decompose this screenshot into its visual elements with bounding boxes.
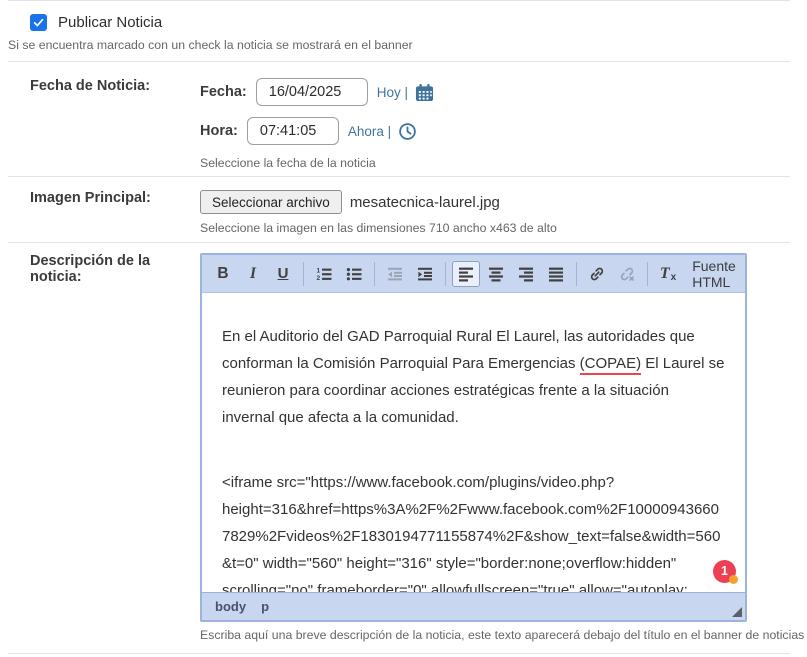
today-link[interactable]: Hoy | [377,85,408,100]
link-icon [589,266,605,282]
editor-status-bar: body p [202,592,745,620]
hora-field-label: Hora: [200,123,238,139]
unordered-list-button[interactable] [340,261,368,287]
grammar-extension-badge[interactable]: 1 [713,560,736,583]
description-help-text: Escriba aquí una breve descripción de la… [200,628,807,642]
align-left-button[interactable] [452,261,480,287]
date-help-text: Seleccione la fecha de la noticia [200,156,807,170]
toolbar-separator [303,262,304,286]
rich-text-editor: B I U 1 2 [200,253,747,622]
toolbar-separator [576,262,577,286]
align-right-icon [518,266,534,282]
date-section-label: Fecha de Noticia: [0,78,200,170]
align-right-button[interactable] [512,261,540,287]
remove-format-button[interactable]: Tx [654,261,682,287]
outdent-icon [387,266,403,282]
italic-button[interactable]: I [239,261,267,287]
selected-filename: mesatecnica-laurel.jpg [350,194,500,211]
editor-content-area[interactable]: En el Auditorio del GAD Parroquial Rural… [202,293,745,592]
publish-label: Publicar Noticia [58,14,162,31]
file-select-button[interactable]: Seleccionar archivo [200,190,342,214]
publish-news-form: Publicar Noticia Si se encuentra marcado… [0,0,807,654]
unlink-icon [619,266,635,282]
bold-button[interactable]: B [209,261,237,287]
unlink-button [613,261,641,287]
align-left-icon [458,266,474,282]
description-section: Descripción de la noticia: B I U 1 2 [0,243,807,642]
image-help-text: Seleccione la imagen en las dimensiones … [200,221,807,235]
date-section: Fecha de Noticia: Fecha: Hoy | [0,62,807,176]
toolbar-separator [445,262,446,286]
element-path-p[interactable]: p [261,599,269,614]
image-section: Imagen Principal: Seleccionar archivo me… [0,177,807,242]
hora-input[interactable] [247,117,339,145]
editor-paragraph: En el Auditorio del GAD Parroquial Rural… [222,323,725,431]
toolbar-separator [647,262,648,286]
calendar-icon[interactable] [415,83,434,102]
image-section-label: Imagen Principal: [0,190,200,235]
clock-icon[interactable] [398,122,417,141]
svg-text:2: 2 [317,275,321,282]
element-path-body[interactable]: body [215,599,246,614]
grammar-extension-dot-icon [729,575,738,584]
indent-button[interactable] [411,261,439,287]
fecha-field-label: Fecha: [200,84,247,100]
editor-toolbar: B I U 1 2 [202,255,745,293]
resize-handle-icon[interactable] [732,607,742,617]
svg-text:1: 1 [317,267,321,274]
outdent-button [381,261,409,287]
link-button[interactable] [583,261,611,287]
align-center-icon [488,266,504,282]
justify-icon [548,266,564,282]
publish-checkbox-row: Publicar Noticia [30,14,807,31]
misspelled-word: (COPAE) [580,355,641,375]
justify-button[interactable] [542,261,570,287]
publish-section: Publicar Noticia Si se encuentra marcado… [0,1,807,61]
now-link[interactable]: Ahora | [348,124,391,139]
description-section-label: Descripción de la noticia: [0,253,200,642]
indent-icon [417,266,433,282]
unordered-list-icon [346,266,362,282]
underline-button[interactable]: U [269,261,297,287]
publish-help-text: Si se encuentra marcado con un check la … [8,38,807,52]
html-source-button[interactable]: Fuente HTML [684,261,738,287]
divider [8,653,790,654]
ordered-list-icon: 1 2 [316,266,332,282]
publish-checkbox[interactable] [30,14,47,31]
align-center-button[interactable] [482,261,510,287]
toolbar-separator [374,262,375,286]
ordered-list-button[interactable]: 1 2 [310,261,338,287]
checkbox-check-icon [32,16,45,29]
fecha-input[interactable] [256,78,368,106]
editor-paragraph: <iframe src="https://www.facebook.com/pl… [222,469,725,592]
